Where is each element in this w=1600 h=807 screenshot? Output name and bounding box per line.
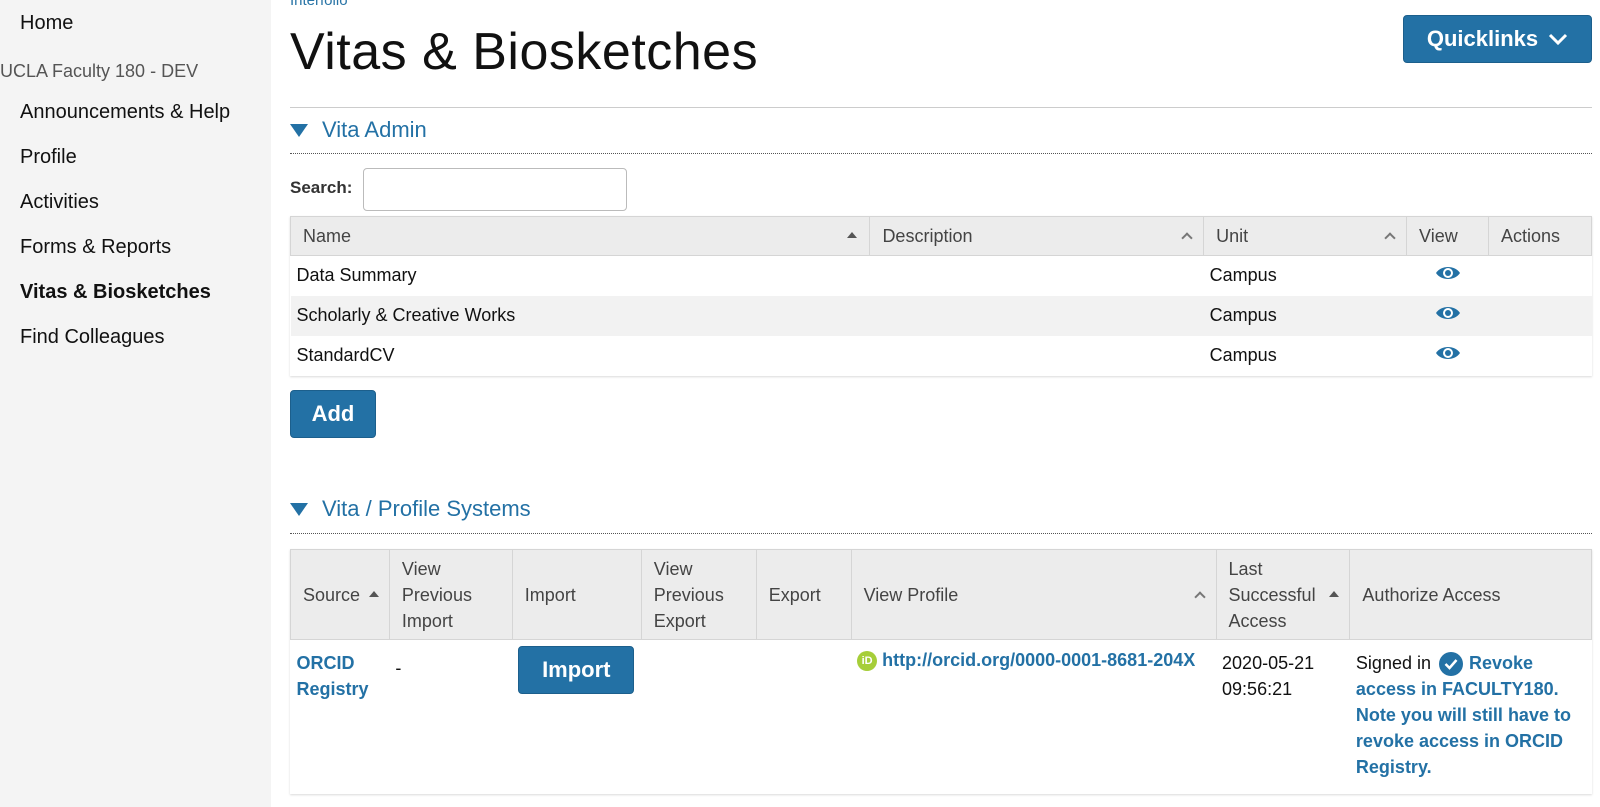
col-header-authorize-access: Authorize Access: [1349, 549, 1592, 640]
cell-name: StandardCV: [296, 345, 395, 365]
col-header-unit[interactable]: Unit: [1203, 216, 1408, 256]
eye-icon[interactable]: [1435, 264, 1461, 282]
sidebar-item-forms-reports[interactable]: Forms & Reports: [20, 236, 230, 281]
breadcrumb[interactable]: Interfolio: [290, 0, 348, 9]
collapse-triangle-icon: [290, 123, 308, 137]
check-circle-icon: [1438, 652, 1463, 677]
sort-icon: [368, 590, 379, 597]
sort-icon: [847, 232, 858, 238]
profile-systems-toggle[interactable]: Vita / Profile Systems: [290, 496, 531, 522]
section-divider: [290, 533, 1592, 534]
search-label: Search:: [290, 178, 353, 197]
orcid-registry-link[interactable]: ORCID Registry: [297, 653, 369, 699]
sidebar-home-link[interactable]: Home: [20, 12, 73, 35]
sort-icon: [1193, 590, 1206, 603]
cell-unit: Campus: [1209, 265, 1277, 286]
col-header-view-previous-export: View Previous Export: [640, 549, 757, 640]
sidebar-item-activities[interactable]: Activities: [20, 191, 230, 236]
last-access-date: 2020-05-21: [1222, 653, 1315, 673]
vita-admin-toggle[interactable]: Vita Admin: [290, 117, 427, 143]
sort-icon: [1329, 590, 1340, 597]
collapse-triangle-icon: [290, 502, 308, 516]
vita-admin-table: Name Description Unit View Actions Data …: [289, 216, 1593, 376]
cell-description: [870, 256, 1204, 296]
cell-description: [870, 296, 1204, 336]
col-header-import: Import: [511, 549, 642, 640]
col-header-view-profile[interactable]: View Profile: [850, 549, 1217, 640]
sidebar-item-profile[interactable]: Profile: [20, 146, 230, 191]
col-header-name[interactable]: Name: [289, 216, 871, 256]
table-row: Data Summary Campus: [291, 256, 1592, 296]
sidebar-item-find-colleagues[interactable]: Find Colleagues: [20, 326, 230, 371]
cell-name: Scholarly & Creative Works: [296, 305, 516, 325]
sidebar-item-vitas-biosketches[interactable]: Vitas & Biosketches: [20, 281, 230, 326]
col-header-export: Export: [755, 549, 852, 640]
sort-icon: [1181, 232, 1193, 244]
search-input[interactable]: [363, 168, 627, 211]
main-content: Interfolio Vitas & Biosketches Quicklink…: [289, 0, 1593, 807]
cell-actions: [1488, 336, 1591, 376]
org-name: UCLA Faculty 180 - DEV: [0, 61, 199, 81]
col-header-view-previous-import: View Previous Import: [388, 549, 513, 640]
import-button[interactable]: Import: [518, 646, 635, 694]
last-access-time: 09:56:21: [1222, 679, 1293, 699]
quicklinks-button[interactable]: Quicklinks: [1403, 15, 1592, 63]
orcid-profile-link[interactable]: http://orcid.org/0000-0001-8681-204X: [882, 650, 1195, 670]
eye-icon[interactable]: [1435, 344, 1461, 362]
cell-unit: Campus: [1209, 345, 1277, 365]
table-row: Scholarly & Creative Works Campus: [290, 295, 1592, 336]
cell-unit: Campus: [1209, 305, 1277, 325]
chevron-down-icon: [1549, 33, 1568, 46]
add-button[interactable]: Add: [290, 390, 376, 438]
vita-admin-title: Vita Admin: [322, 117, 427, 142]
table-row: StandardCV Campus: [291, 336, 1592, 376]
cell-actions: [1488, 256, 1591, 296]
sidebar-item-announcements[interactable]: Announcements & Help: [20, 101, 230, 146]
col-header-view: View: [1406, 216, 1489, 256]
orcid-icon: iD: [857, 651, 878, 672]
cell-actions: [1488, 296, 1591, 336]
table-row: ORCID Registry - Import iD http://orcid.o…: [291, 640, 1592, 794]
header-divider: [290, 107, 1592, 108]
cell-view-previous-export: [641, 640, 756, 794]
section-divider: [290, 153, 1592, 154]
quicklinks-label: Quicklinks: [1426, 26, 1539, 51]
cell-export: [756, 640, 851, 794]
signed-in-status: Signed in: [1355, 653, 1431, 673]
sort-icon: [1384, 232, 1396, 244]
sidebar: Home UCLA Faculty 180 - DEV Announcement…: [0, 0, 271, 807]
profile-systems-title: Vita / Profile Systems: [322, 496, 531, 521]
profile-systems-table: Source View Previous Import Import View …: [290, 549, 1592, 794]
col-header-actions: Actions: [1487, 216, 1593, 256]
col-header-last-access[interactable]: Last Successful Access: [1215, 549, 1351, 640]
cell-name: Data Summary: [296, 265, 417, 286]
cell-description: [870, 336, 1204, 376]
page-title: Vitas & Biosketches: [290, 23, 759, 81]
col-header-description[interactable]: Description: [869, 216, 1205, 256]
table-header-row: Name Description Unit View Actions: [289, 216, 1593, 256]
eye-icon[interactable]: [1435, 304, 1461, 322]
col-header-source[interactable]: Source: [290, 549, 390, 640]
sidebar-nav: Announcements & Help Profile Activities …: [20, 101, 230, 371]
table-header-row: Source View Previous Import Import View …: [290, 549, 1592, 640]
cell-view-previous-import: -: [395, 658, 402, 678]
